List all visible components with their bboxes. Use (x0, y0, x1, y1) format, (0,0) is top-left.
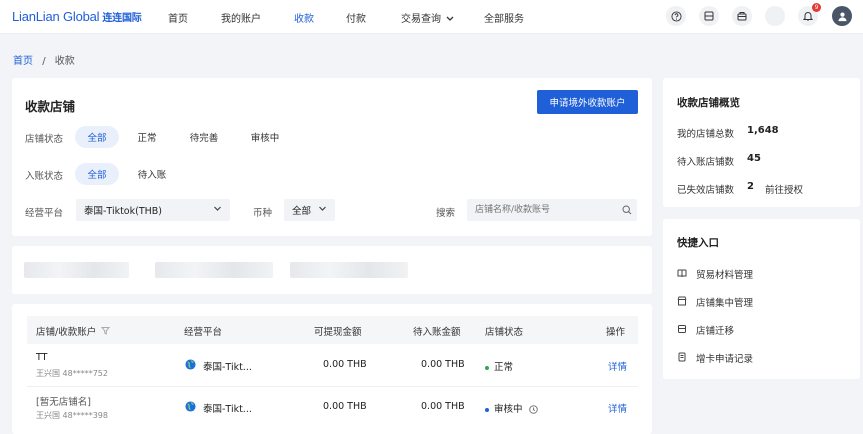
document-icon[interactable] (699, 6, 719, 26)
store-platform: 泰国-Tikt... (203, 404, 252, 415)
status-badge: 正常 (485, 359, 513, 373)
card-icon (678, 352, 686, 362)
apply-overseas-account-button[interactable]: 申请境外收款账户 (537, 90, 638, 114)
detail-link[interactable]: 详情 (608, 359, 627, 373)
store-migration-link[interactable]: 店铺迁移 (696, 323, 734, 337)
status-badge: 审核中 (485, 401, 538, 415)
summary-card-obscured (12, 246, 652, 294)
col-pending: 待入账金额 (413, 327, 461, 338)
search-label: 搜索 (436, 208, 456, 219)
status-text: 正常 (494, 362, 514, 373)
quick-entry-title: 快捷入口 (677, 237, 719, 249)
pending-amount: 0.00 THB (421, 401, 465, 412)
nav-my-account[interactable]: 我的账户 (221, 10, 261, 25)
chevron-down-icon (214, 206, 221, 211)
withdrawable-amount: 0.00 THB (323, 401, 367, 412)
store-platform: 泰国-Tikt... (203, 362, 252, 373)
col-store-account[interactable]: 店铺/收款账户 (36, 324, 111, 338)
overview-title: 收款店铺概览 (677, 97, 740, 109)
store-status-all[interactable]: 全部 (75, 126, 119, 148)
arrival-status-all[interactable]: 全部 (75, 163, 119, 185)
row-divider (27, 386, 638, 387)
col-platform: 经营平台 (184, 327, 223, 338)
book-icon (677, 269, 687, 277)
nav-transaction-label: 交易查询 (401, 14, 441, 25)
chevron-down-icon (319, 206, 326, 211)
arrival-status-label: 入账状态 (25, 171, 64, 182)
notification-badge: 9 (812, 3, 821, 12)
obscured-block (290, 262, 408, 278)
store-status-incomplete[interactable]: 待完善 (181, 126, 227, 148)
status-dot (485, 365, 489, 370)
breadcrumb-separator: / (42, 56, 46, 67)
logo-cn: 连连国际 (102, 13, 142, 24)
card-application-records-link[interactable]: 增卡申请记录 (696, 351, 753, 365)
store-owner: 王兴国 48*****752 (36, 369, 108, 378)
col-action: 操作 (606, 327, 626, 338)
brand-logo[interactable]: LianLian Global 连连国际 (12, 9, 142, 24)
nav-home[interactable]: 首页 (168, 10, 188, 25)
help-circle-icon[interactable] (666, 6, 686, 26)
store-name: [暂无店铺名] (36, 397, 91, 408)
nav-transaction-query[interactable]: 交易查询 (401, 10, 454, 25)
store-icon (677, 296, 687, 306)
col-store-account-label: 店铺/收款账户 (36, 327, 97, 338)
bell-icon[interactable]: 9 (798, 3, 821, 26)
total-stores-label: 我的店铺总数 (677, 129, 735, 140)
currency-label: 币种 (253, 208, 273, 219)
trade-materials-link[interactable]: 贸易材料管理 (696, 267, 753, 281)
status-dot (485, 407, 489, 412)
nav-receive[interactable]: 收款 (294, 10, 314, 25)
logo-text: LianLian Global (12, 9, 100, 24)
store-owner: 王兴国 48*****398 (36, 411, 108, 420)
pending-amount: 0.00 THB (421, 359, 465, 370)
search-icon[interactable] (622, 205, 632, 215)
withdrawable-amount: 0.00 THB (323, 359, 367, 370)
col-status: 店铺状态 (485, 327, 524, 338)
page-title: 收款店铺 (25, 99, 76, 114)
user-avatar-icon[interactable] (832, 6, 852, 26)
store-status-label: 店铺状态 (25, 134, 64, 145)
currency-select[interactable]: 全部 (284, 199, 335, 221)
go-authorize-link[interactable]: 前往授权 (765, 182, 803, 196)
store-name: TT (36, 352, 48, 363)
obscured-block (155, 262, 273, 278)
migrate-icon (678, 325, 686, 333)
platform-select-value: 泰国-Tiktok(THB) (84, 206, 162, 217)
breadcrumb: 首页 / 收款 (13, 52, 75, 67)
pending-stores-label: 待入账店铺数 (677, 157, 735, 168)
total-stores-value: 1,648 (747, 125, 779, 136)
store-status-normal[interactable]: 正常 (127, 126, 167, 148)
nav-all-services[interactable]: 全部服务 (484, 10, 524, 25)
breadcrumb-home[interactable]: 首页 (13, 56, 33, 67)
platform-label: 经营平台 (25, 208, 64, 219)
currency-select-value: 全部 (292, 206, 312, 217)
clock-icon (528, 405, 538, 414)
globe-icon (185, 359, 196, 370)
nav-pay[interactable]: 付款 (346, 10, 366, 25)
store-status-reviewing[interactable]: 审核中 (242, 126, 288, 148)
pending-stores-value: 45 (747, 153, 761, 164)
globe-icon (185, 401, 196, 412)
expired-stores-label: 已失效店铺数 (677, 185, 735, 196)
store-central-management-link[interactable]: 店铺集中管理 (696, 295, 753, 309)
platform-select[interactable]: 泰国-Tiktok(THB) (76, 199, 230, 221)
col-withdrawable: 可提现金额 (314, 327, 362, 338)
breadcrumb-current: 收款 (54, 56, 75, 67)
chevron-down-icon (446, 16, 454, 21)
blank-icon-button[interactable] (765, 6, 785, 26)
obscured-block (24, 262, 129, 278)
gift-icon[interactable] (732, 6, 752, 26)
detail-link[interactable]: 详情 (608, 401, 627, 415)
expired-stores-value: 2 (747, 181, 754, 192)
arrival-status-pending[interactable]: 待入账 (129, 163, 175, 185)
filter-icon[interactable] (101, 326, 111, 335)
search-input[interactable] (467, 199, 637, 221)
top-nav-bar: LianLian Global 连连国际 首页 我的账户 收款 付款 交易查询 全… (0, 0, 863, 34)
status-text: 审核中 (494, 404, 523, 415)
